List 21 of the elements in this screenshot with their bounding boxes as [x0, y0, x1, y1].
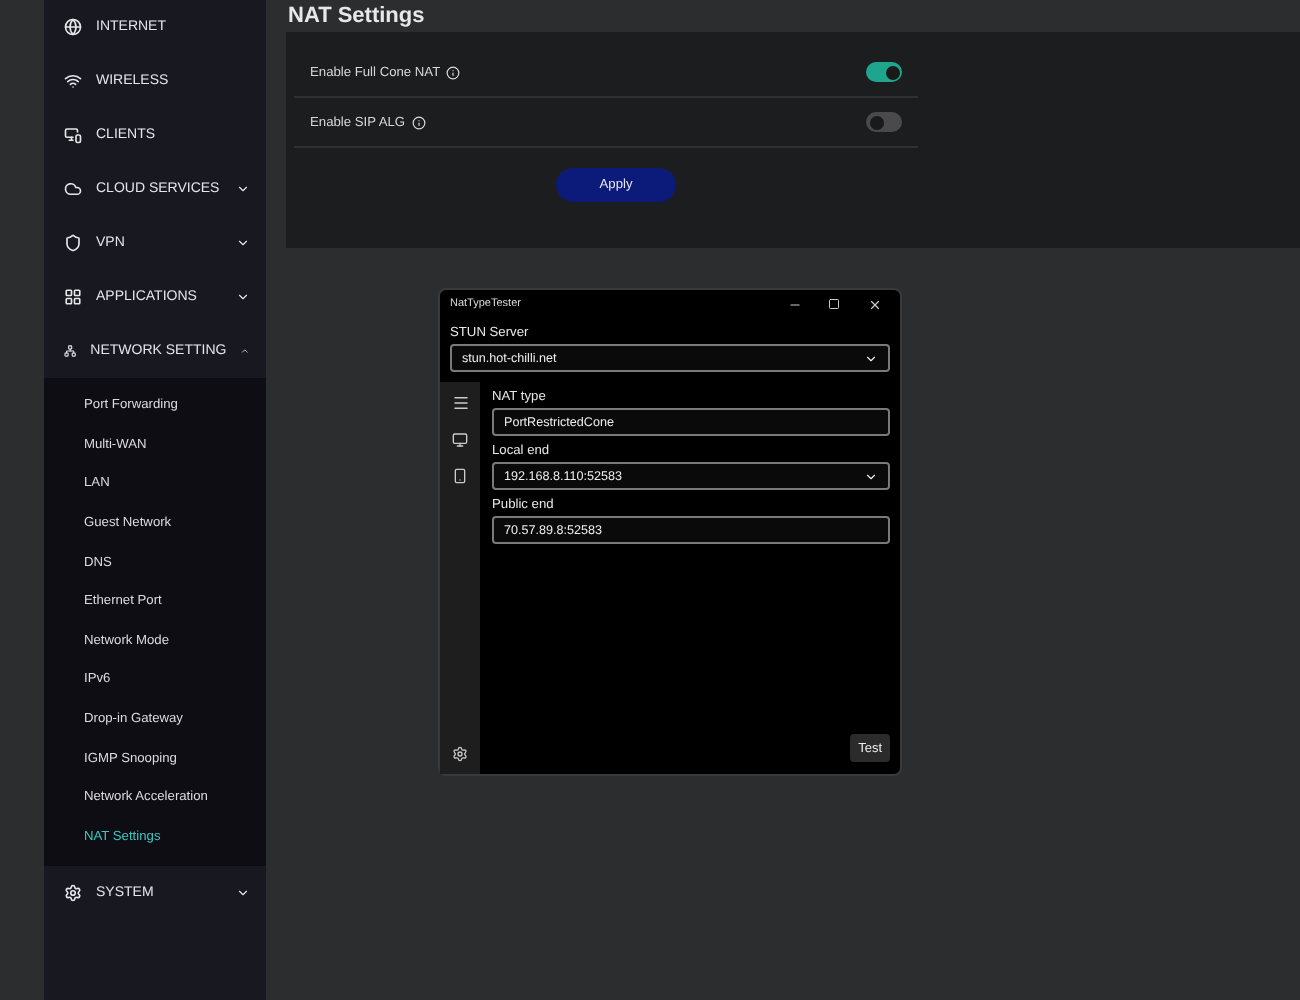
globe-icon — [64, 18, 82, 36]
cloud-icon — [64, 180, 82, 198]
gear-icon — [64, 884, 82, 903]
network-icon — [64, 342, 77, 360]
devices-icon — [64, 126, 82, 144]
settings-icon[interactable] — [452, 746, 468, 762]
grid-icon — [64, 288, 82, 306]
maximize-icon[interactable] — [828, 298, 840, 310]
shield-icon — [64, 234, 82, 252]
monitor-icon[interactable] — [452, 432, 468, 448]
menu-icon[interactable] — [451, 394, 469, 412]
device-icon[interactable] — [452, 468, 468, 484]
close-icon[interactable] — [867, 297, 881, 311]
toggle-switch[interactable] — [866, 112, 902, 132]
chevron-down-icon — [864, 351, 878, 365]
info-icon — [411, 115, 426, 129]
info-icon — [446, 65, 461, 79]
chevron-down-icon — [864, 469, 878, 483]
wifi-icon — [64, 72, 82, 90]
toggle-switch[interactable] — [866, 62, 902, 82]
page-title: NAT Settings — [286, 2, 427, 32]
